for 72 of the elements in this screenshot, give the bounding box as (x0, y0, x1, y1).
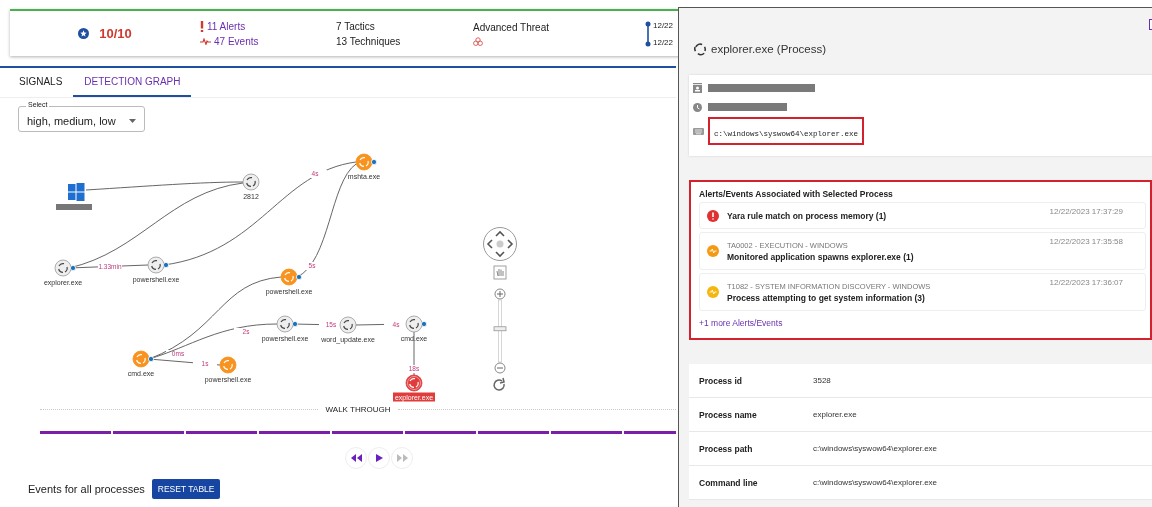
process-node[interactable] (147, 256, 165, 274)
score-text: 10/10 (99, 26, 132, 41)
process-node[interactable] (219, 356, 237, 374)
process-node[interactable] (280, 268, 298, 286)
timeline-icon (645, 20, 651, 47)
alert-time: 12/22/2023 17:36:07 (1049, 278, 1123, 287)
expand-dot[interactable] (296, 274, 302, 280)
zoom-in-icon[interactable] (494, 288, 506, 300)
timeline-date: 12/22 (653, 37, 674, 47)
rewind-icon (350, 454, 362, 462)
expand-dot[interactable] (421, 321, 427, 327)
process-node[interactable] (405, 374, 423, 392)
windows-icon[interactable] (68, 183, 85, 201)
tab[interactable]: DETECTION GRAPH (73, 68, 192, 97)
alert-time: 12/22/2023 17:37:29 (1049, 207, 1123, 216)
alert-item[interactable]: Yara rule match on process memory (1) 12/22/2023 17:37:29 (699, 202, 1146, 229)
alert-time: 12/22/2023 17:35:58 (1049, 237, 1123, 246)
process-node[interactable] (54, 259, 72, 277)
threat-level: Advanced Threat (473, 21, 550, 33)
expand-dot[interactable] (292, 321, 298, 327)
field-label: Process id (699, 375, 743, 386)
keyboard-icon (693, 127, 704, 135)
zoom-slider[interactable] (493, 299, 507, 363)
techniques-count: 13 Techniques (336, 35, 402, 47)
redaction-bar (56, 204, 92, 210)
walk-through-track[interactable] (40, 431, 676, 434)
field-value: 3528 (813, 376, 831, 385)
process-node[interactable] (276, 315, 294, 333)
process-node[interactable] (132, 350, 150, 368)
field-label: Process path (699, 443, 754, 454)
star-badge-icon (78, 28, 90, 39)
process-node[interactable] (242, 173, 260, 191)
process-node[interactable] (339, 316, 357, 334)
pan-control[interactable] (483, 227, 517, 261)
alerts-link[interactable]: 11 Alerts (200, 20, 336, 32)
process-icon (693, 42, 707, 56)
caret-icon (129, 119, 136, 123)
edge-line (413, 331, 415, 376)
reset-table-button[interactable]: RESET TABLE (151, 479, 221, 499)
process-node[interactable] (355, 153, 373, 171)
rewind-button[interactable] (345, 447, 367, 469)
field-value: c:\windows\syswow64\explorer.exe (813, 478, 938, 487)
expand-dot[interactable] (70, 265, 76, 271)
more-alerts-link[interactable]: +1 more Alerts/Events (699, 318, 1146, 328)
events-label: Events for all processes (28, 483, 145, 495)
events-link[interactable]: 47 Events (200, 35, 336, 47)
tactics-count: 7 Tactics (336, 20, 376, 32)
field-value: c:\windows\syswow64\explorer.exe (813, 444, 938, 453)
alerts-title: Alerts/Events Associated with Selected Process (699, 189, 894, 199)
panel-title: explorer.exe (Process) (711, 43, 827, 55)
alert-name: Monitored application spawns explorer.exe (1) (727, 251, 915, 262)
field-label: Command line (699, 477, 759, 488)
fast-forward-icon (396, 454, 408, 462)
exclamation-icon (200, 20, 204, 32)
play-icon (375, 454, 383, 462)
alert-name: Process attempting to get system information (3) (727, 292, 926, 303)
tab[interactable]: SIGNALS (8, 68, 74, 97)
biohazard-icon (473, 36, 483, 46)
field-value: explorer.exe (813, 410, 857, 419)
expand-dot[interactable] (163, 262, 169, 268)
timeline-date: 12/22 (653, 20, 674, 30)
user-card-icon (693, 82, 702, 94)
expand-dot[interactable] (371, 159, 377, 165)
alert-name: Yara rule match on process memory (1) (727, 210, 888, 221)
clock-icon (693, 102, 702, 112)
field-label: Process name (699, 409, 758, 420)
reset-icon[interactable] (493, 377, 505, 391)
pulse-icon (200, 37, 211, 45)
play-button[interactable] (368, 447, 390, 469)
process-node[interactable] (405, 315, 423, 333)
expand-dot[interactable] (148, 356, 154, 362)
walk-through-label: WALK THROUGH (325, 404, 391, 414)
